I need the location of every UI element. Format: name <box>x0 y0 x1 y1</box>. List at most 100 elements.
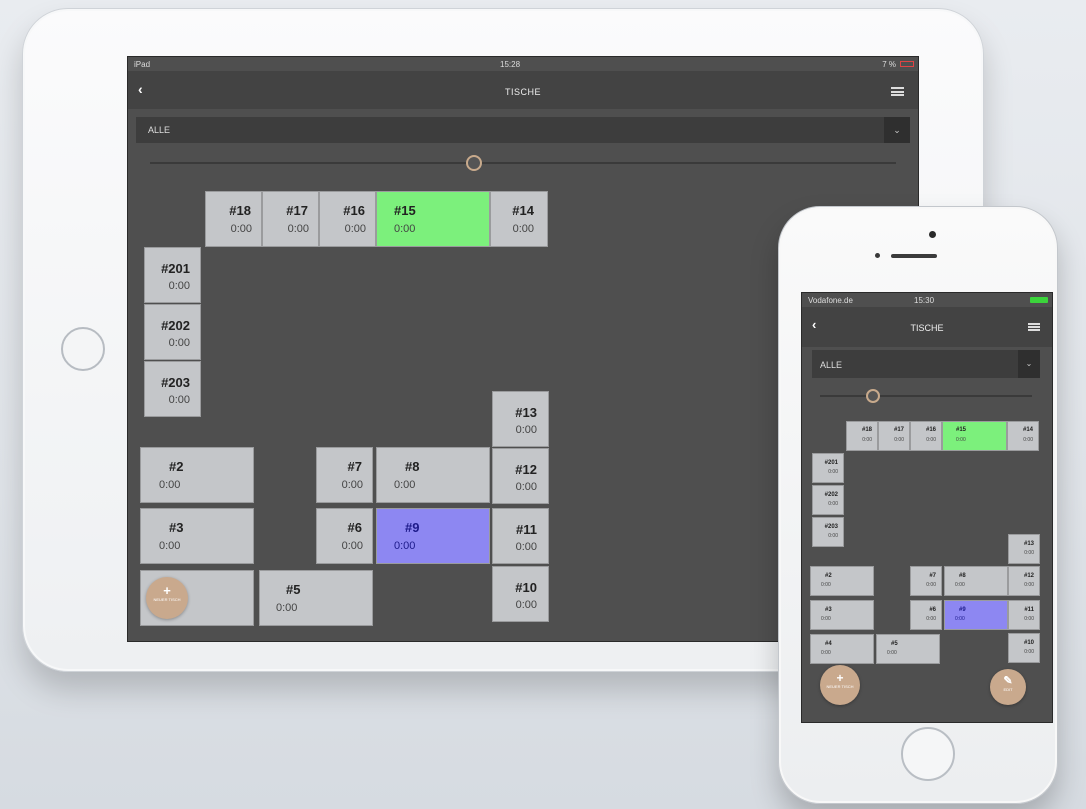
table-time: 0:00 <box>926 582 936 588</box>
table-number: #14 <box>512 203 534 218</box>
status-battery: 7 % <box>882 60 896 69</box>
table-8[interactable]: #8 0:00 <box>376 447 490 503</box>
zoom-slider[interactable] <box>140 155 906 171</box>
table-time: 0:00 <box>159 479 181 491</box>
table-13[interactable]: #13 0:00 <box>1008 534 1040 564</box>
table-15[interactable]: #15 0:00 <box>376 191 490 247</box>
table-11[interactable]: #11 0:00 <box>1008 600 1040 630</box>
area-filter-value: ALLE <box>148 125 171 135</box>
table-7[interactable]: #7 0:00 <box>316 447 373 503</box>
table-number: #202 <box>161 318 190 333</box>
table-time: 0:00 <box>828 501 838 507</box>
table-time: 0:00 <box>515 541 537 553</box>
table-14[interactable]: #14 0:00 <box>1007 421 1039 451</box>
table-number: #10 <box>1023 640 1034 646</box>
table-14[interactable]: #14 0:00 <box>490 191 548 247</box>
table-12[interactable]: #12 0:00 <box>1008 566 1040 596</box>
slider-track <box>150 162 896 164</box>
table-number: #203 <box>161 375 190 390</box>
table-13[interactable]: #13 0:00 <box>492 391 549 447</box>
table-number: #8 <box>405 459 420 474</box>
table-202[interactable]: #202 0:00 <box>144 304 201 360</box>
zoom-slider[interactable] <box>812 389 1040 403</box>
slider-thumb[interactable] <box>466 155 482 171</box>
table-6[interactable]: #6 0:00 <box>316 508 373 564</box>
table-18[interactable]: #18 0:00 <box>205 191 262 247</box>
table-9[interactable]: #9 0:00 <box>376 508 490 564</box>
earpiece-speaker <box>891 254 937 258</box>
table-time: 0:00 <box>168 280 190 292</box>
iphone-screen: Vodafone.de 15:30 ‹ TISCHE ALLE ⌄ #18 0:… <box>801 292 1053 723</box>
table-18[interactable]: #18 0:00 <box>846 421 878 451</box>
table-5[interactable]: #5 0:00 <box>259 570 373 626</box>
area-filter-dropdown[interactable]: ALLE ⌄ <box>136 117 910 143</box>
table-time: 0:00 <box>168 337 190 349</box>
table-7[interactable]: #7 0:00 <box>910 566 942 596</box>
table-time: 0:00 <box>955 616 965 622</box>
table-16[interactable]: #16 0:00 <box>319 191 376 247</box>
table-15[interactable]: #15 0:00 <box>942 421 1007 451</box>
table-number: #3 <box>825 607 832 613</box>
new-table-label: NEUER TISCH <box>153 597 181 602</box>
table-3[interactable]: #3 0:00 <box>140 508 254 564</box>
table-number: #2 <box>169 459 184 474</box>
table-number: #9 <box>959 607 966 613</box>
table-number: #16 <box>925 427 936 433</box>
table-number: #11 <box>1024 607 1034 613</box>
table-4[interactable]: #4 0:00 <box>810 634 874 664</box>
table-number: #15 <box>394 203 416 218</box>
table-number: #6 <box>929 607 936 613</box>
ipad-home-button[interactable] <box>61 327 105 371</box>
slider-thumb[interactable] <box>866 389 880 403</box>
table-3[interactable]: #3 0:00 <box>810 600 874 630</box>
table-number: #13 <box>515 405 537 420</box>
table-17[interactable]: #17 0:00 <box>878 421 910 451</box>
menu-icon[interactable] <box>1028 323 1040 331</box>
edit-button[interactable]: ✎ EDIT <box>990 669 1026 705</box>
chevron-down-icon[interactable]: ⌄ <box>1018 350 1040 378</box>
status-carrier: Vodafone.de <box>808 296 853 305</box>
table-time: 0:00 <box>828 469 838 475</box>
nav-bar: ‹ TISCHE <box>128 71 918 109</box>
table-2[interactable]: #2 0:00 <box>810 566 874 596</box>
table-time: 0:00 <box>828 533 838 539</box>
new-table-button[interactable]: + NEUER TISCH <box>146 577 188 619</box>
table-201[interactable]: #201 0:00 <box>144 247 201 303</box>
iphone-device: Vodafone.de 15:30 ‹ TISCHE ALLE ⌄ #18 0:… <box>778 206 1058 804</box>
table-203[interactable]: #203 0:00 <box>812 517 844 547</box>
area-filter-dropdown[interactable]: ALLE ⌄ <box>812 350 1040 378</box>
table-time: 0:00 <box>515 599 537 611</box>
slider-track <box>820 395 1032 397</box>
table-12[interactable]: #12 0:00 <box>492 448 549 504</box>
table-number: #201 <box>161 261 190 276</box>
iphone-home-button[interactable] <box>901 727 955 781</box>
table-2[interactable]: #2 0:00 <box>140 447 254 503</box>
table-203[interactable]: #203 0:00 <box>144 361 201 417</box>
table-6[interactable]: #6 0:00 <box>910 600 942 630</box>
table-time: 0:00 <box>168 394 190 406</box>
new-table-label: NEUER TISCH <box>826 684 854 689</box>
table-time: 0:00 <box>341 479 363 491</box>
table-5[interactable]: #5 0:00 <box>876 634 940 664</box>
table-10[interactable]: #10 0:00 <box>492 566 549 622</box>
table-10[interactable]: #10 0:00 <box>1008 633 1040 663</box>
plus-icon: + <box>836 671 844 685</box>
menu-icon[interactable] <box>891 87 904 96</box>
table-8[interactable]: #8 0:00 <box>944 566 1008 596</box>
new-table-button[interactable]: + NEUER TISCH <box>820 665 860 705</box>
table-time: 0:00 <box>821 650 831 656</box>
table-202[interactable]: #202 0:00 <box>812 485 844 515</box>
table-time: 0:00 <box>1024 616 1034 622</box>
chevron-down-icon[interactable]: ⌄ <box>884 117 910 143</box>
table-time: 0:00 <box>926 437 936 443</box>
status-bar: Vodafone.de 15:30 <box>802 293 1052 307</box>
table-201[interactable]: #201 0:00 <box>812 453 844 483</box>
table-number: #15 <box>956 427 967 433</box>
table-16[interactable]: #16 0:00 <box>910 421 942 451</box>
table-17[interactable]: #17 0:00 <box>262 191 319 247</box>
battery-icon <box>900 61 914 67</box>
table-number: #18 <box>861 427 872 433</box>
table-11[interactable]: #11 0:00 <box>492 508 549 564</box>
table-time: 0:00 <box>1024 550 1034 556</box>
table-9[interactable]: #9 0:00 <box>944 600 1008 630</box>
